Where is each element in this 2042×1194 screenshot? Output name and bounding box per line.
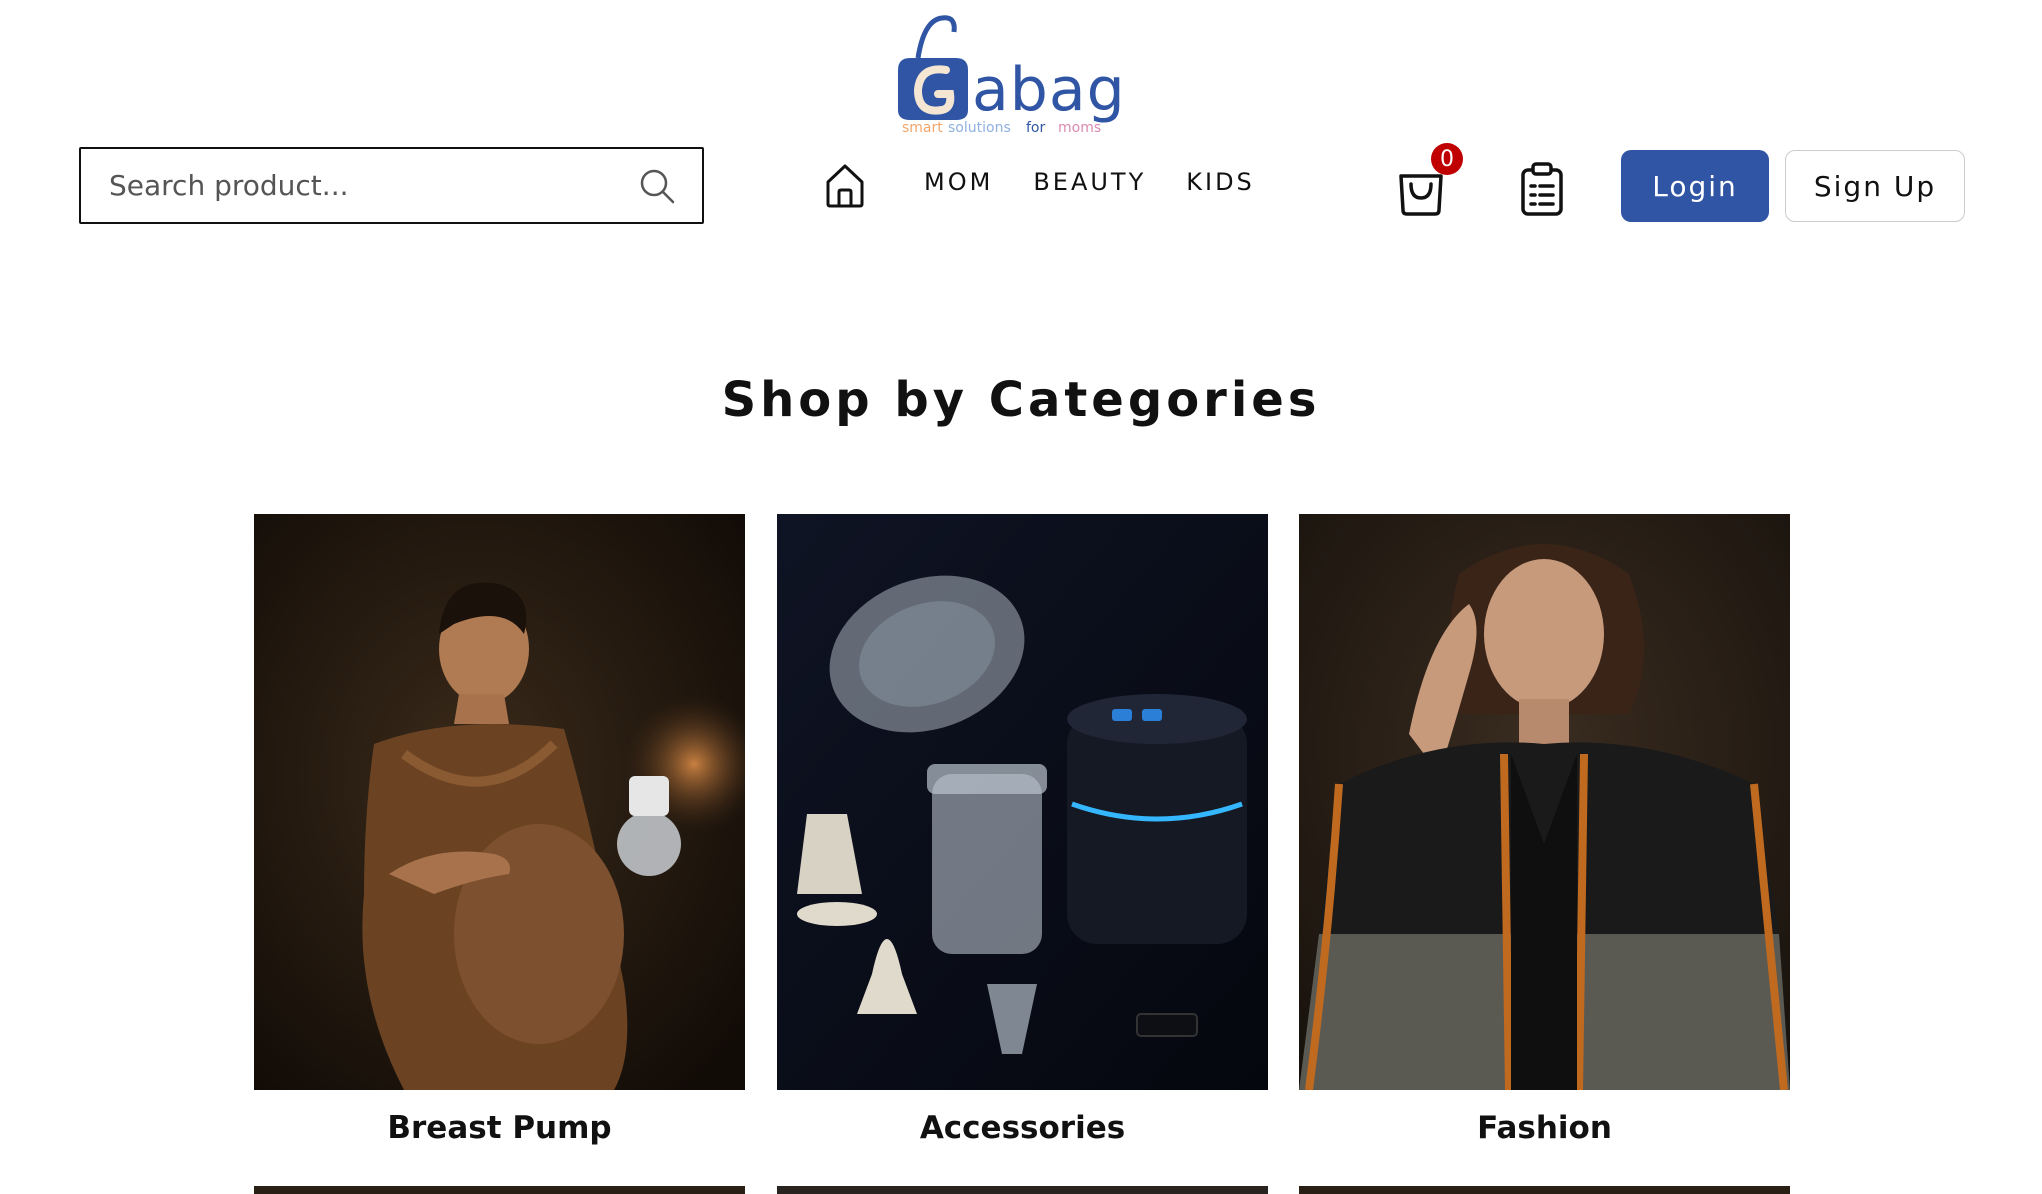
home-icon[interactable] <box>820 160 870 210</box>
svg-text:moms: moms <box>1058 120 1101 134</box>
signup-button[interactable]: Sign Up <box>1785 150 1965 222</box>
category-card-fashion[interactable]: Fashion <box>1299 514 1790 1146</box>
category-card-peek[interactable] <box>1299 1186 1790 1194</box>
section-title: Shop by Categories <box>721 372 1321 428</box>
category-card-accessories[interactable]: Accessories <box>777 514 1268 1146</box>
clipboard-icon[interactable] <box>1517 160 1567 216</box>
category-label[interactable]: Accessories <box>777 1110 1268 1146</box>
nav-item-mom[interactable]: MOM <box>924 168 993 196</box>
accessories-image[interactable] <box>777 514 1268 1090</box>
nav-item-kids[interactable]: KIDS <box>1186 168 1255 196</box>
breast-pump-image[interactable] <box>254 514 745 1090</box>
svg-text:solutions: solutions <box>948 120 1011 134</box>
fashion-image[interactable] <box>1299 514 1790 1090</box>
category-label[interactable]: Fashion <box>1299 1110 1790 1146</box>
search-input[interactable] <box>107 168 638 203</box>
svg-text:smart: smart <box>902 120 943 134</box>
search-icon[interactable] <box>638 167 676 205</box>
svg-text:for: for <box>1026 120 1045 134</box>
svg-text:abag: abag <box>972 55 1126 125</box>
login-button[interactable]: Login <box>1621 150 1769 222</box>
cart-count-badge: 0 <box>1431 143 1463 175</box>
page: abag smart solutions for moms MOM BEAUTY… <box>0 0 2042 1194</box>
category-card-peek[interactable] <box>254 1186 745 1194</box>
brand-logo[interactable]: abag smart solutions for moms <box>890 10 1152 134</box>
category-card-peek[interactable] <box>777 1186 1268 1194</box>
main-nav: MOM BEAUTY KIDS <box>924 168 1295 196</box>
category-card-breast-pump[interactable]: Breast Pump <box>254 514 745 1146</box>
gabag-logo-icon: abag smart solutions for moms <box>898 15 1126 134</box>
nav-item-beauty[interactable]: BEAUTY <box>1033 168 1146 196</box>
search-box <box>79 147 704 224</box>
category-label[interactable]: Breast Pump <box>254 1110 745 1146</box>
